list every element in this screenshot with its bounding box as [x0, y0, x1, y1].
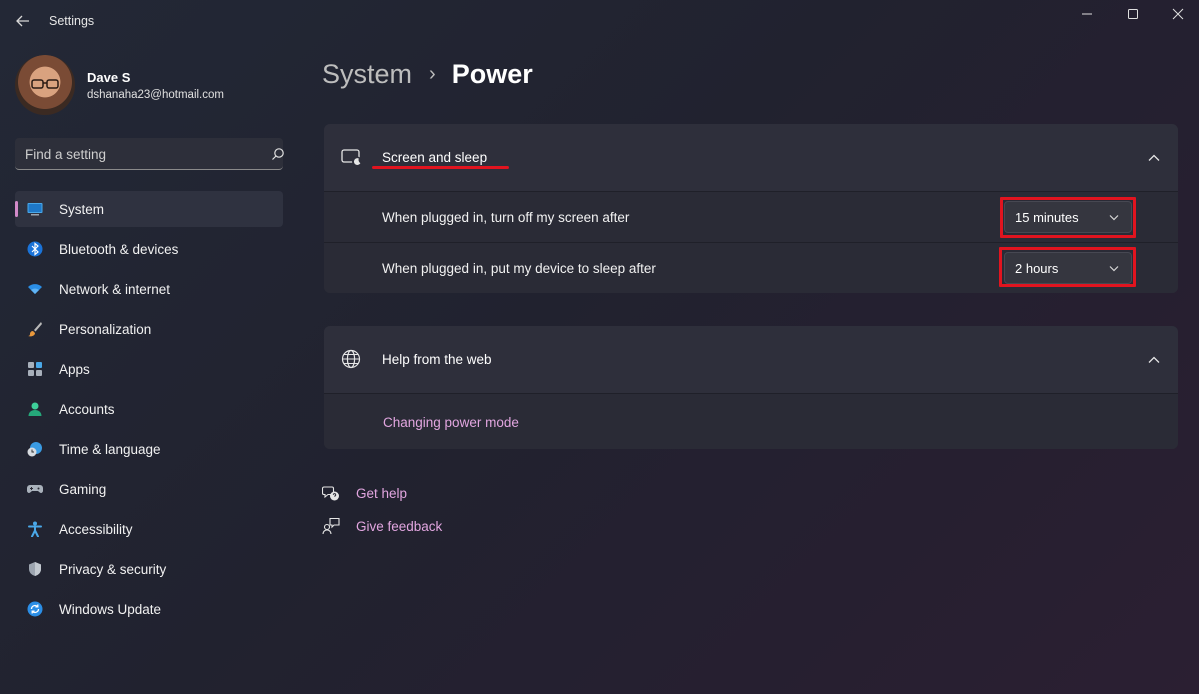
help-chat-icon [322, 486, 339, 501]
feedback-icon [322, 517, 340, 535]
sidebar-item-label: Time & language [59, 442, 161, 457]
sidebar-item-system[interactable]: System [15, 191, 283, 227]
screen-timeout-row: When plugged in, turn off my screen afte… [324, 191, 1178, 242]
minimize-button[interactable] [1064, 0, 1110, 28]
sidebar-item-label: Apps [59, 362, 90, 377]
sleep-timeout-row: When plugged in, put my device to sleep … [324, 242, 1178, 293]
search-box[interactable] [15, 138, 285, 170]
screen-timeout-dropdown[interactable]: 15 minutes [1004, 201, 1132, 233]
gamepad-icon [27, 485, 43, 493]
title-bar: Settings [0, 0, 1199, 42]
maximize-button[interactable] [1110, 0, 1156, 28]
sidebar-item-time-language[interactable]: Time & language [15, 431, 283, 467]
clock-globe-icon [27, 442, 42, 457]
avatar[interactable] [15, 55, 75, 115]
user-email: dshanaha23@hotmail.com [87, 89, 224, 101]
dropdown-value: 2 hours [1015, 261, 1059, 276]
sidebar-item-label: Accessibility [59, 522, 133, 537]
sidebar-item-network[interactable]: Network & internet [15, 271, 283, 307]
sidebar-item-label: Personalization [59, 322, 152, 337]
dropdown-value: 15 minutes [1015, 210, 1079, 225]
arrow-left-icon [16, 15, 29, 27]
sleep-timeout-label: When plugged in, put my device to sleep … [382, 261, 656, 276]
back-button[interactable] [14, 12, 32, 30]
sidebar-item-personalization[interactable]: Personalization [15, 311, 283, 347]
apps-icon [28, 362, 42, 376]
sleep-timeout-dropdown[interactable]: 2 hours [1004, 252, 1132, 284]
sidebar-item-label: Windows Update [59, 602, 162, 617]
give-feedback-label: Give feedback [356, 518, 443, 534]
chevron-down-icon [1109, 266, 1119, 272]
help-web-header[interactable]: Help from the web [324, 326, 1178, 393]
person-icon [28, 402, 42, 416]
minimize-icon [1082, 13, 1092, 15]
sidebar-item-windows-update[interactable]: Windows Update [15, 591, 283, 627]
changing-power-mode-link[interactable]: Changing power mode [383, 415, 519, 430]
sidebar-item-bluetooth[interactable]: Bluetooth & devices [15, 231, 283, 267]
screen-sleep-title: Screen and sleep [382, 150, 488, 165]
get-help-link[interactable]: Get help [322, 483, 407, 503]
user-name: Dave S [87, 70, 131, 85]
close-button[interactable] [1155, 0, 1199, 28]
sidebar-nav: System Bluetooth & devices Network & int… [15, 191, 283, 631]
accessibility-icon [28, 521, 42, 537]
globe-icon [341, 349, 361, 369]
maximize-icon [1128, 9, 1138, 19]
sidebar-item-label: Privacy & security [59, 562, 167, 577]
help-web-link-row: Changing power mode [324, 393, 1178, 449]
app-title: Settings [49, 14, 95, 28]
screen-timeout-label: When plugged in, turn off my screen afte… [382, 210, 630, 225]
breadcrumb: System › Power [322, 56, 533, 92]
search-input[interactable] [25, 144, 245, 164]
close-icon [1172, 8, 1184, 20]
sidebar-item-label: System [59, 202, 105, 217]
bluetooth-icon [27, 241, 43, 257]
screen-sleep-card: Screen and sleep When plugged in, turn o… [324, 124, 1178, 293]
wifi-icon [28, 284, 42, 294]
help-web-card: Help from the web Changing power mode [324, 326, 1178, 449]
sidebar-item-apps[interactable]: Apps [15, 351, 283, 387]
sidebar-item-accessibility[interactable]: Accessibility [15, 511, 283, 547]
search-icon[interactable] [271, 147, 285, 161]
breadcrumb-parent[interactable]: System [322, 59, 412, 90]
sidebar-item-gaming[interactable]: Gaming [15, 471, 283, 507]
settings-window: Settings Dave S dshanaha23@hotmail.com F… [0, 0, 1199, 694]
chevron-down-icon [1109, 215, 1119, 221]
give-feedback-link[interactable]: Give feedback [322, 516, 442, 536]
shield-icon [29, 562, 41, 576]
screen-sleep-header[interactable]: Screen and sleep [324, 124, 1178, 191]
brush-icon [28, 322, 42, 337]
monitor-icon [27, 203, 43, 216]
help-web-title: Help from the web [382, 352, 492, 367]
chevron-up-icon[interactable] [1147, 355, 1161, 365]
page-title: Power [451, 58, 533, 89]
breadcrumb-separator: › [429, 62, 436, 85]
glasses-icon [31, 79, 59, 89]
update-icon [27, 601, 43, 617]
chevron-up-icon[interactable] [1147, 153, 1161, 163]
sidebar-item-label: Bluetooth & devices [59, 242, 179, 257]
sidebar-item-privacy-security[interactable]: Privacy & security [15, 551, 283, 587]
sidebar-item-accounts[interactable]: Accounts [15, 391, 283, 427]
sidebar-item-label: Gaming [59, 482, 107, 497]
screen-sleep-icon [341, 149, 362, 167]
annotation-underline [372, 166, 509, 169]
sidebar-item-label: Network & internet [59, 282, 171, 297]
get-help-label: Get help [356, 485, 408, 501]
sidebar-item-label: Accounts [59, 402, 115, 417]
